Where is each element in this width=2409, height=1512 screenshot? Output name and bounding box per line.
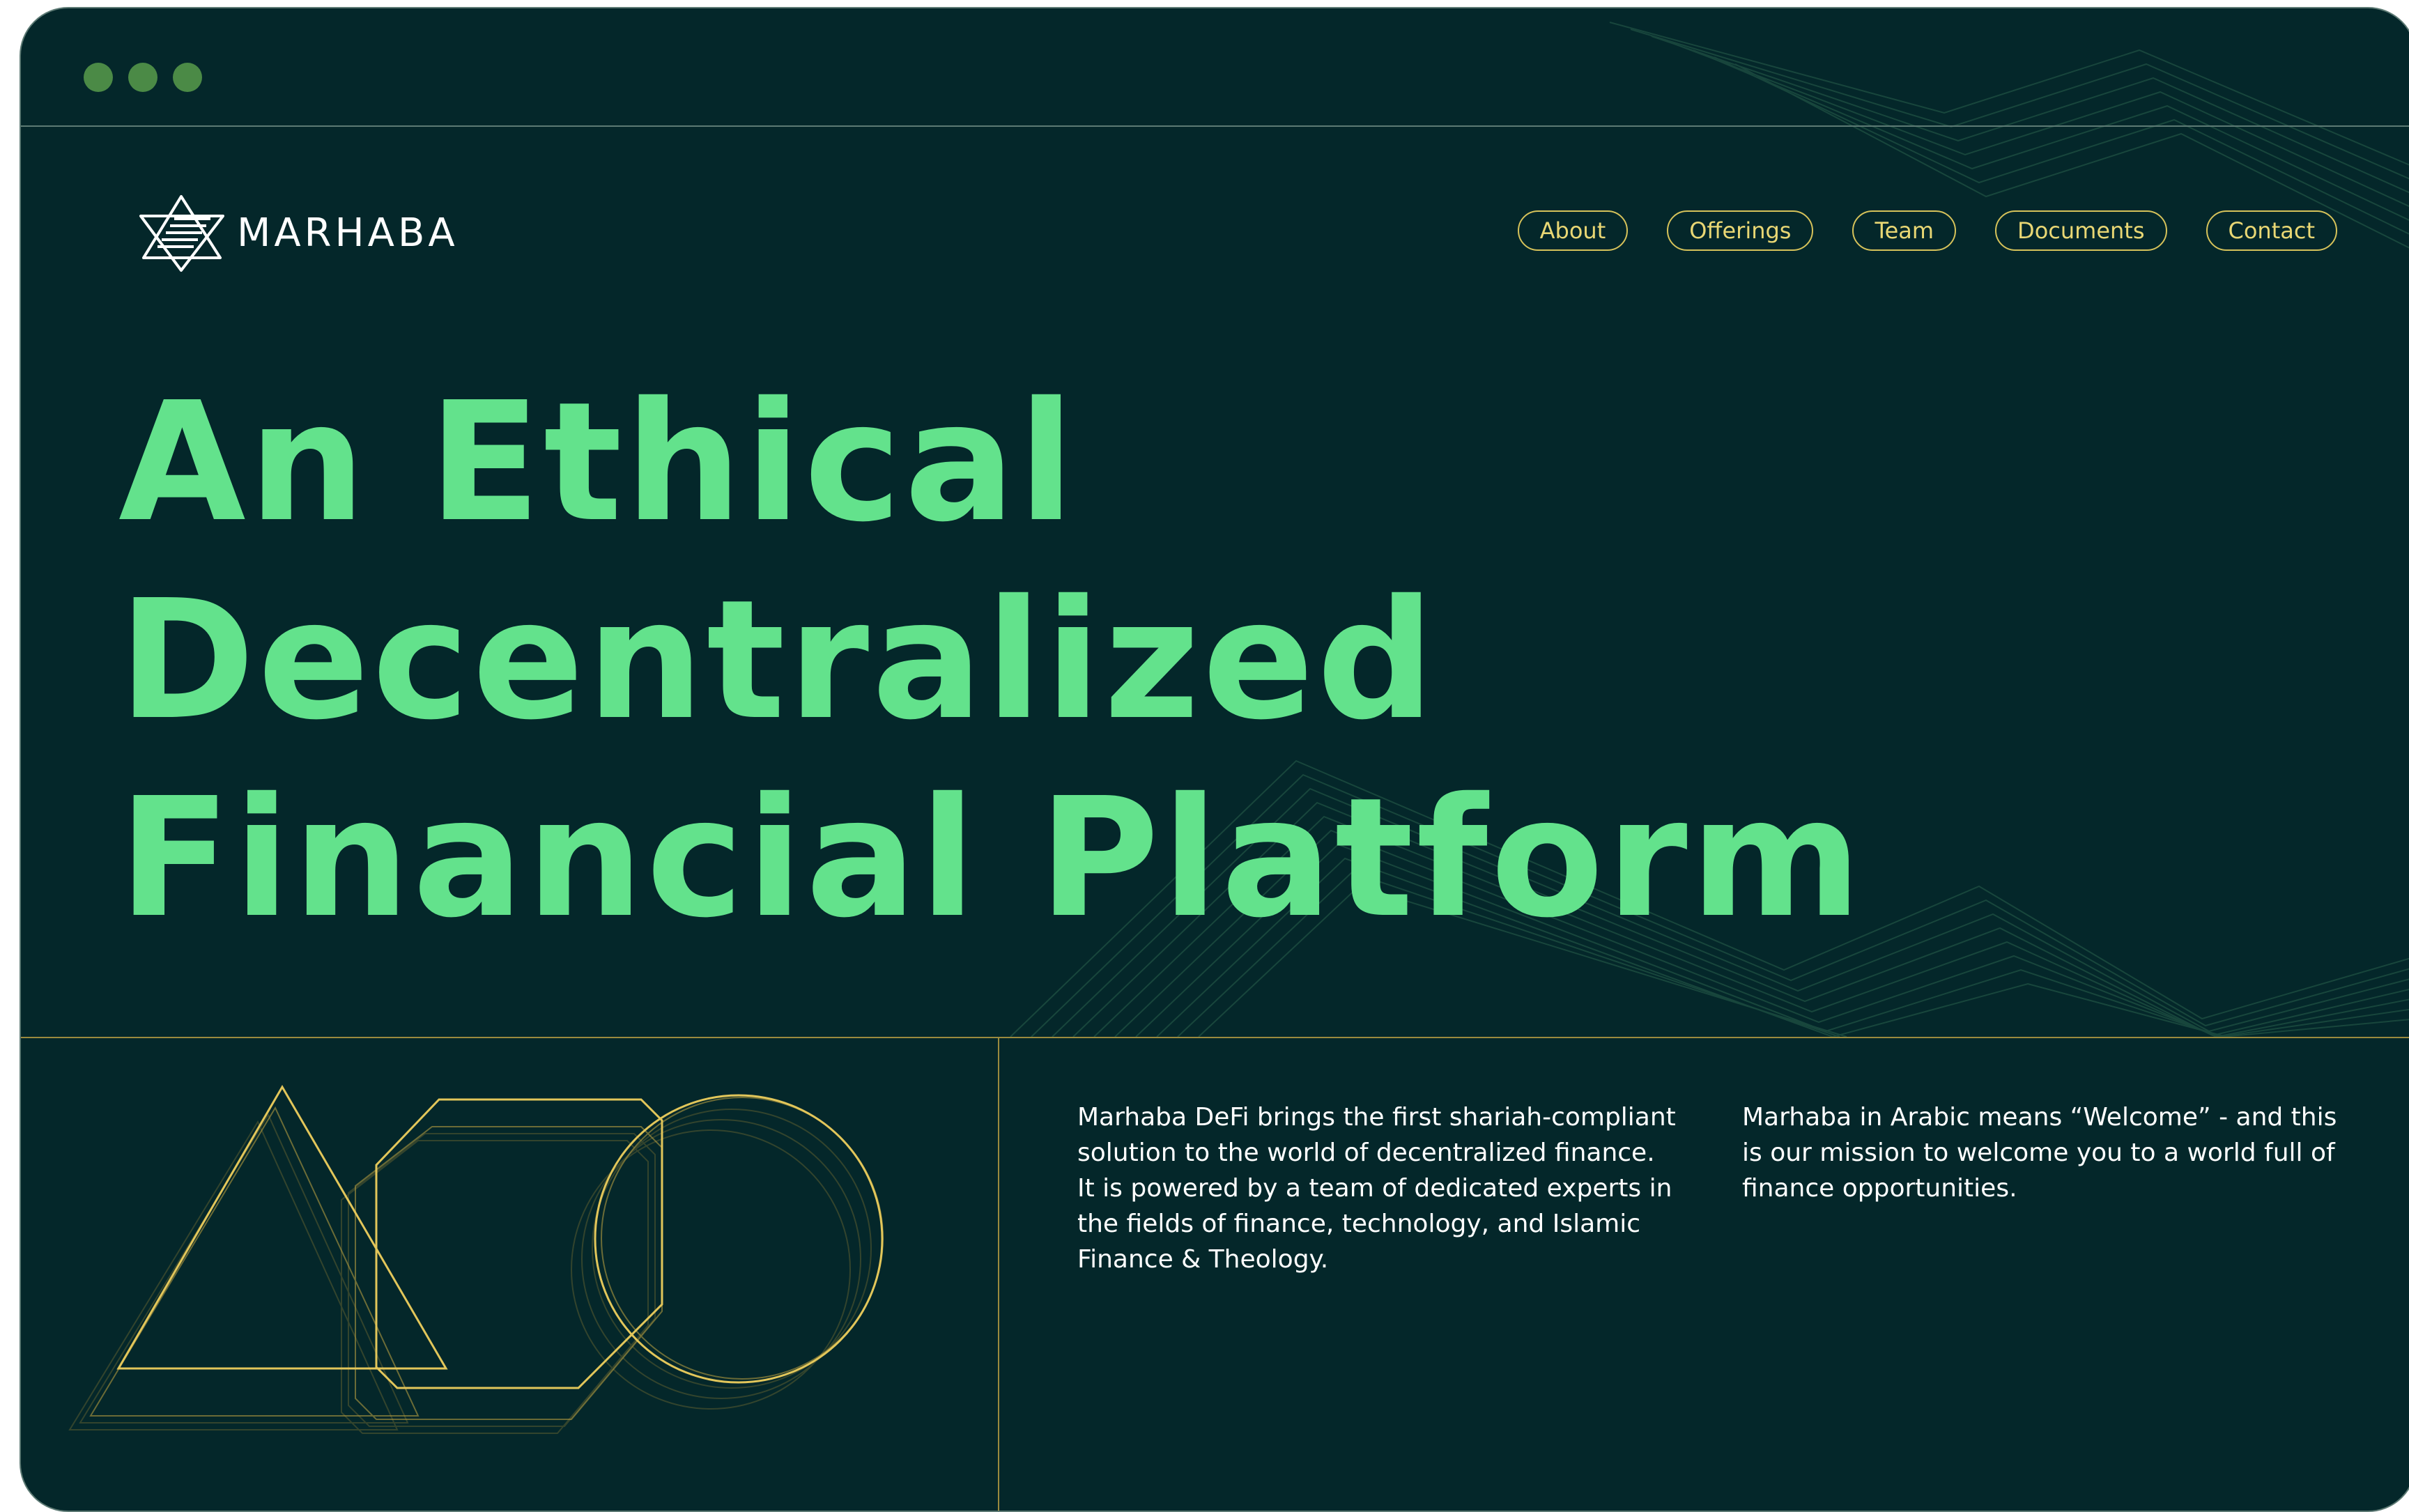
about-paragraph-1: Marhaba DeFi brings the first shariah-co… bbox=[1077, 1103, 1676, 1274]
geometric-illustration bbox=[68, 1085, 884, 1434]
nav-contact[interactable]: Contact bbox=[2206, 210, 2337, 251]
nav-about[interactable]: About bbox=[1517, 210, 1629, 251]
about-paragraph-2: Marhaba in Arabic means “Welcome” - and … bbox=[1742, 1103, 2337, 1203]
minimize-dot[interactable] bbox=[128, 63, 157, 92]
maximize-dot[interactable] bbox=[173, 63, 202, 92]
main-nav: About Offerings Team Documents Contact bbox=[1517, 210, 2337, 251]
section-divider bbox=[21, 1037, 2409, 1038]
column-divider bbox=[998, 1037, 999, 1511]
brand-logo[interactable]: MARHABA bbox=[134, 191, 459, 275]
window-controls bbox=[84, 63, 202, 92]
titlebar-divider bbox=[21, 125, 2409, 127]
browser-window: MARHABA About Offerings Team Documents C… bbox=[20, 7, 2409, 1512]
triangle-outline-icon bbox=[116, 1085, 448, 1370]
octagon-outline-icon bbox=[375, 1098, 663, 1389]
hero-line-1: An Ethical bbox=[118, 367, 1077, 558]
hero-line-2: Decentralized bbox=[118, 564, 1438, 756]
star-triangle-logo-icon bbox=[139, 195, 224, 272]
nav-team[interactable]: Team bbox=[1852, 210, 1957, 251]
nav-documents[interactable]: Documents bbox=[1995, 210, 2167, 251]
hero-line-3: Financial Platform bbox=[118, 762, 1865, 954]
hero-heading: An Ethical Decentralized Financial Platf… bbox=[118, 364, 1865, 957]
nav-offerings[interactable]: Offerings bbox=[1667, 210, 1814, 251]
brand-name: MARHABA bbox=[237, 210, 459, 256]
close-dot[interactable] bbox=[84, 63, 113, 92]
